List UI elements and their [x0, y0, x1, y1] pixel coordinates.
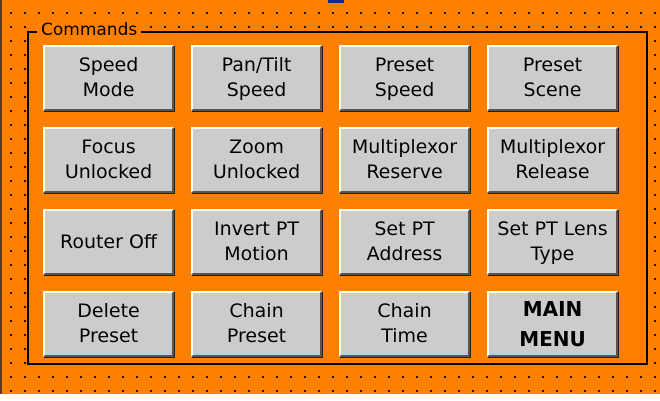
invert-pt-motion-button[interactable]: Invert PT Motion	[191, 209, 322, 275]
button-label-line: Multiplexor	[351, 136, 458, 158]
button-label-line: Preset	[226, 325, 287, 347]
button-label-line: Time	[381, 325, 428, 347]
router-off-button[interactable]: Router Off	[43, 209, 174, 275]
top-edge-marker	[328, 0, 344, 3]
button-label-line: Unlocked	[64, 161, 153, 183]
button-label-line: Type	[530, 243, 575, 265]
chain-time-button[interactable]: Chain Time	[339, 291, 470, 357]
chain-preset-button[interactable]: Chain Preset	[191, 291, 322, 357]
zoom-unlocked-button[interactable]: Zoom Unlocked	[191, 127, 322, 193]
button-label-line: Mode	[82, 79, 135, 101]
button-label-line: Pan/Tilt	[221, 54, 292, 76]
button-label-line: Release	[515, 161, 590, 183]
button-label-line: Invert PT	[214, 218, 299, 240]
button-label-line: Motion	[224, 243, 289, 265]
set-pt-address-button[interactable]: Set PT Address	[339, 209, 470, 275]
focus-unlocked-button[interactable]: Focus Unlocked	[43, 127, 174, 193]
speed-mode-button[interactable]: Speed Mode	[43, 45, 174, 111]
pan-tilt-speed-button[interactable]: Pan/Tilt Speed	[191, 45, 322, 111]
delete-preset-button[interactable]: Delete Preset	[43, 291, 174, 357]
button-label-line: Address	[366, 243, 443, 265]
button-label-line: Preset	[374, 54, 435, 76]
form-background: Commands Speed Mode Pan/Tilt Speed Prese…	[0, 0, 660, 394]
button-label-line: Scene	[523, 79, 582, 101]
button-label-line: Preset	[78, 325, 139, 347]
main-menu-button[interactable]: MAIN MENU	[487, 291, 618, 357]
button-label-line: MAIN	[522, 297, 583, 321]
multiplexor-release-button[interactable]: Multiplexor Release	[487, 127, 618, 193]
button-label-line: Speed	[226, 79, 287, 101]
preset-scene-button[interactable]: Preset Scene	[487, 45, 618, 111]
command-button-grid: Speed Mode Pan/Tilt Speed Preset Speed P…	[43, 45, 618, 357]
button-label-line: Zoom	[229, 136, 284, 158]
button-label-line: Set PT	[374, 218, 435, 240]
button-label-line: Multiplexor	[499, 136, 606, 158]
button-label-line: Speed	[374, 79, 435, 101]
button-label-line: Chain	[229, 300, 284, 322]
multiplexor-reserve-button[interactable]: Multiplexor Reserve	[339, 127, 470, 193]
commands-groupbox-title: Commands	[37, 19, 142, 41]
button-label-line: Reserve	[366, 161, 443, 183]
button-label-line: Focus	[81, 136, 136, 158]
button-label-line: Set PT Lens	[497, 218, 608, 240]
button-label-line: Delete	[77, 300, 140, 322]
button-label-line: Preset	[522, 54, 583, 76]
button-label-line: Router Off	[59, 230, 158, 253]
commands-groupbox: Commands Speed Mode Pan/Tilt Speed Prese…	[27, 19, 648, 365]
button-label-line: Speed	[78, 54, 139, 76]
preset-speed-button[interactable]: Preset Speed	[339, 45, 470, 111]
set-pt-lens-type-button[interactable]: Set PT Lens Type	[487, 209, 618, 275]
button-label-line: Unlocked	[212, 161, 301, 183]
button-label-line: MENU	[519, 327, 586, 351]
button-label-line: Chain	[377, 300, 432, 322]
